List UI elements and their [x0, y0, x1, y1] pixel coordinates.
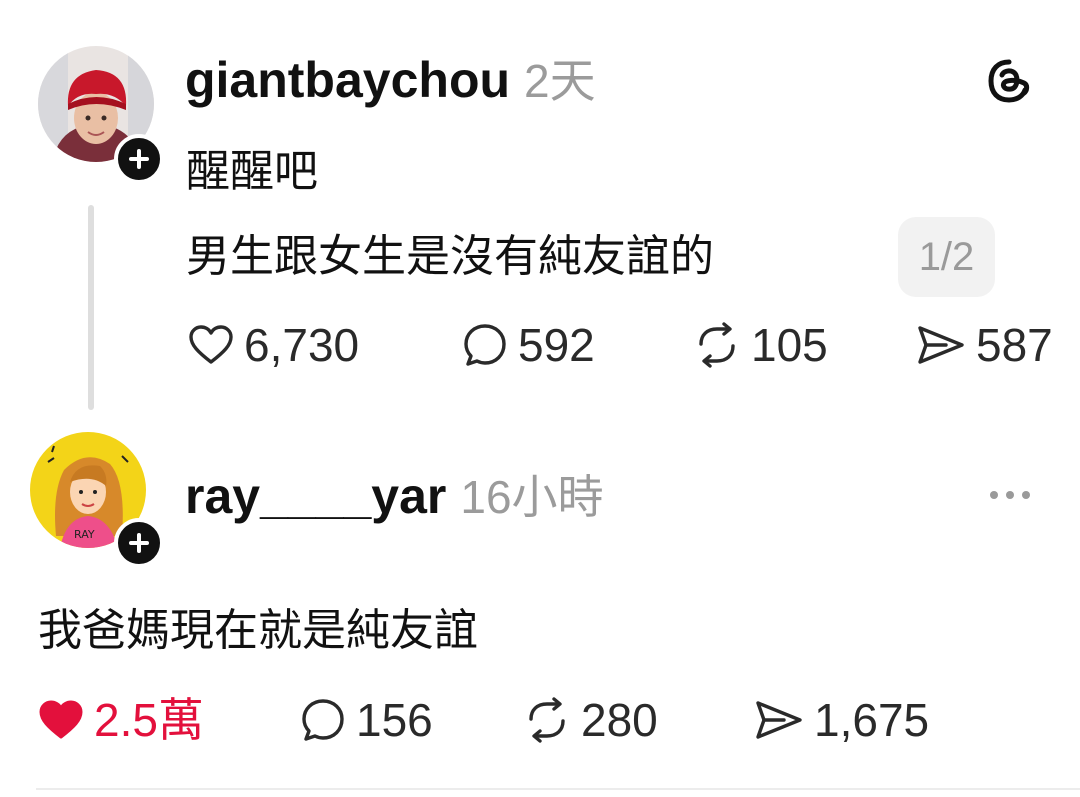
reply-author-row: ray____yar 16小時	[185, 466, 604, 527]
post-text-line-1: 醒醒吧	[186, 146, 318, 197]
plus-icon	[129, 533, 149, 553]
send-icon	[756, 701, 802, 739]
post-share-count: 587	[976, 319, 1053, 371]
reply-repost-count: 280	[581, 694, 658, 746]
reply-divider	[36, 788, 1080, 790]
thread-connector-line	[88, 205, 94, 410]
heart-filled-icon	[39, 700, 83, 739]
plus-icon	[129, 149, 149, 169]
repost-icon	[529, 697, 565, 743]
post-like-button[interactable]: 6,730	[188, 315, 359, 375]
reply-share-button[interactable]: 1,675	[754, 690, 929, 750]
post-share-button[interactable]: 587	[916, 315, 1053, 375]
post-text-line-2: 男生跟女生是沒有純友誼的	[186, 231, 714, 282]
post-comment-count: 592	[518, 319, 595, 371]
reply-repost-button[interactable]: 280	[523, 690, 658, 750]
heart-icon	[189, 325, 233, 364]
reply-timestamp: 16小時	[460, 471, 604, 523]
reply-username[interactable]: ray____yar	[185, 468, 446, 524]
reply-text: 我爸媽現在就是純友誼	[38, 605, 478, 656]
post-username[interactable]: giantbaychou	[185, 52, 510, 108]
svg-text:RAY: RAY	[74, 528, 95, 541]
post-repost-button[interactable]: 105	[693, 315, 828, 375]
follow-button-ray-yar[interactable]	[114, 518, 164, 568]
reply-comment-count: 156	[356, 694, 433, 746]
comment-icon	[302, 699, 344, 741]
comment-icon	[464, 324, 506, 366]
reply-share-count: 1,675	[814, 694, 930, 746]
post-repost-count: 105	[751, 319, 828, 371]
more-options-icon[interactable]	[986, 485, 1034, 505]
post-like-count: 6,730	[244, 319, 360, 371]
post-author-row: giantbaychou 2天	[185, 50, 596, 111]
reply-like-count: 2.5萬	[94, 694, 204, 746]
reply-like-button[interactable]: 2.5萬	[38, 690, 204, 750]
post-comment-button[interactable]: 592	[462, 315, 595, 375]
threads-logo-icon[interactable]	[986, 58, 1032, 104]
reply-comment-button[interactable]: 156	[300, 690, 433, 750]
send-icon	[918, 326, 964, 364]
follow-button-giantbaychou[interactable]	[114, 134, 164, 184]
page-indicator: 1/2	[898, 217, 995, 297]
repost-icon	[699, 322, 735, 368]
post-timestamp: 2天	[524, 55, 596, 107]
